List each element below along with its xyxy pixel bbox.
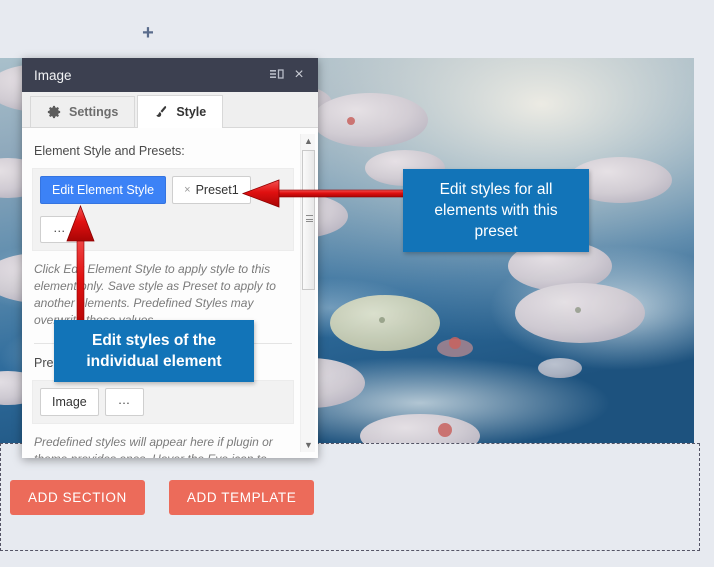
- layout-toggle-icon[interactable]: [266, 64, 288, 86]
- element-style-hint: Click Edit Element Style to apply style …: [34, 261, 276, 327]
- callout-individual-element: Edit styles of the individual element: [54, 320, 254, 382]
- image-settings-panel: Image × Settings Style Element Style and…: [22, 58, 318, 458]
- element-style-more-button[interactable]: …: [40, 216, 80, 243]
- add-buttons-bar: ADD SECTION ADD TEMPLATE: [0, 480, 315, 515]
- brush-glyph: [156, 106, 167, 117]
- add-section-button[interactable]: ADD SECTION: [10, 480, 145, 515]
- edit-element-style-button[interactable]: Edit Element Style: [40, 176, 167, 204]
- app-canvas: + ADD SECTION ADD TEMPLATE Image × Setti…: [0, 0, 714, 567]
- element-style-button-tray: Edit Element Style × Preset1 …: [32, 168, 294, 251]
- tab-style[interactable]: Style: [137, 95, 224, 128]
- element-style-section-label: Element Style and Presets:: [34, 144, 185, 158]
- scrollbar-thumb[interactable]: [302, 150, 315, 290]
- gear-glyph: [47, 105, 61, 119]
- scroll-down-arrow-icon[interactable]: ▼: [301, 438, 316, 452]
- scrollbar-grip-icon: [306, 215, 313, 222]
- gear-icon: [47, 105, 61, 119]
- brush-icon: [154, 105, 168, 119]
- preset1-label: Preset1: [195, 183, 239, 197]
- panel-tabs: Settings Style: [22, 92, 318, 128]
- tab-style-label: Style: [176, 105, 207, 119]
- panel-body: Element Style and Presets: Edit Element …: [22, 128, 318, 458]
- tab-settings-label: Settings: [69, 105, 119, 119]
- add-element-plus-icon[interactable]: +: [139, 23, 157, 43]
- canvas-top-strip: +: [0, 0, 714, 58]
- add-template-button[interactable]: ADD TEMPLATE: [168, 480, 315, 515]
- tab-settings[interactable]: Settings: [30, 96, 136, 127]
- predefined-styles-hint: Predefined styles will appear here if pl…: [34, 434, 273, 459]
- close-icon[interactable]: ×: [288, 64, 310, 86]
- scroll-up-arrow-icon[interactable]: ▲: [301, 134, 316, 148]
- hero-right-gutter: [694, 58, 714, 443]
- preset1-chip[interactable]: × Preset1: [172, 176, 251, 204]
- panel-scrollbar[interactable]: ▲ ▼: [300, 134, 315, 452]
- remove-preset-icon[interactable]: ×: [184, 184, 190, 196]
- element-style-tray-row2: …: [40, 216, 286, 243]
- panel-titlebar[interactable]: Image ×: [22, 58, 318, 92]
- predefined-image-button[interactable]: Image: [40, 387, 99, 416]
- predefined-more-button[interactable]: …: [104, 387, 145, 416]
- layout-toggle-glyph: [270, 69, 284, 79]
- panel-title-text: Image: [34, 67, 72, 83]
- callout-preset: Edit styles for all elements with this p…: [403, 169, 589, 252]
- predefined-styles-tray: Image …: [32, 379, 294, 424]
